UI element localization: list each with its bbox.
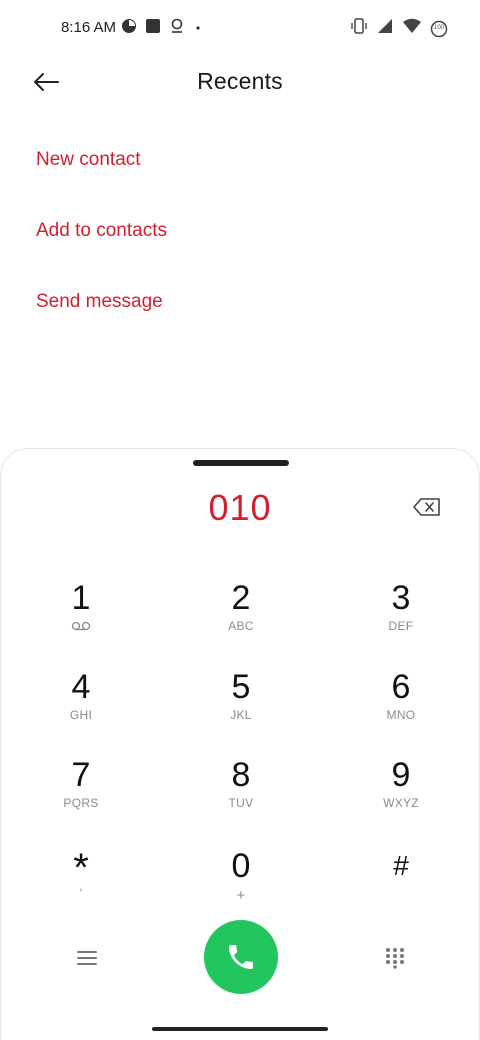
key-3[interactable]: 3 DEF <box>341 579 461 655</box>
battery-icon: 100 <box>430 20 448 38</box>
pie-clock-icon <box>121 18 137 39</box>
key-star[interactable]: * , <box>21 847 141 923</box>
key-letters: JKL <box>230 708 252 722</box>
key-9[interactable]: 9 WXYZ <box>341 756 461 832</box>
status-right-icons: 100 <box>350 17 448 40</box>
vibrate-icon <box>350 17 368 40</box>
header: Recents <box>0 56 480 108</box>
signal-icon <box>376 17 394 40</box>
menu-button[interactable] <box>67 938 107 978</box>
status-time: 8:16 AM <box>61 19 117 36</box>
key-digit: # <box>393 850 409 881</box>
page-title: Recents <box>197 68 283 94</box>
key-6[interactable]: 6 MNO <box>341 668 461 744</box>
call-icon <box>229 945 253 969</box>
key-5[interactable]: 5 JKL <box>181 668 301 744</box>
wifi-icon <box>402 17 422 40</box>
key-8[interactable]: 8 TUV <box>181 756 301 832</box>
key-digit: 9 <box>391 756 411 794</box>
voicemail-icon <box>21 621 141 631</box>
key-letters: , <box>79 879 83 893</box>
key-4[interactable]: 4 GHI <box>21 668 141 744</box>
status-bar: 8:16 AM 100 <box>0 0 480 54</box>
key-letters: WXYZ <box>383 796 419 810</box>
key-letters: TUV <box>228 796 254 810</box>
key-7[interactable]: 7 PQRS <box>21 756 141 832</box>
square-app-icon <box>145 18 161 39</box>
add-to-contacts-action[interactable]: Add to contacts <box>36 220 167 242</box>
sheet-drag-handle[interactable] <box>193 460 289 466</box>
key-digit: 3 <box>391 579 411 617</box>
backspace-button[interactable] <box>411 495 443 519</box>
keypad-toggle-button[interactable] <box>375 938 415 978</box>
key-letters: + <box>236 887 246 904</box>
dialer-screen: 8:16 AM 100 Recents New contact Add to c… <box>0 0 480 1040</box>
new-contact-action[interactable]: New contact <box>36 149 141 171</box>
home-indicator[interactable] <box>152 1027 328 1031</box>
key-2[interactable]: 2 ABC <box>181 579 301 655</box>
key-digit: 2 <box>231 579 251 617</box>
menu-icon <box>77 951 97 965</box>
key-digit: 4 <box>71 668 91 706</box>
key-letters: DEF <box>388 619 414 633</box>
key-letters: PQRS <box>63 796 99 810</box>
send-message-action[interactable]: Send message <box>36 291 163 313</box>
key-hash[interactable]: # <box>341 847 461 923</box>
dialed-number: 010 <box>208 487 272 528</box>
status-left-icons <box>121 18 203 39</box>
keypad-icon <box>386 948 404 969</box>
key-digit: 6 <box>391 668 411 706</box>
key-digit: 1 <box>71 579 91 617</box>
key-letters: MNO <box>386 708 416 722</box>
key-digit: 8 <box>231 756 251 794</box>
key-digit: 0 <box>231 847 251 885</box>
dialer-sheet: 010 1 2 ABC 3 DEF 4 GHI 5 JKL 6 MNO 7 PQ… <box>0 448 480 1040</box>
backspace-icon <box>413 498 440 516</box>
key-letters: GHI <box>69 708 93 722</box>
key-letters: ABC <box>228 619 254 633</box>
key-letters <box>341 887 461 903</box>
key-0[interactable]: 0 + <box>181 847 301 923</box>
key-digit: 7 <box>71 756 91 794</box>
dot-icon <box>193 20 203 38</box>
location-pin-icon <box>169 18 185 39</box>
key-1[interactable]: 1 <box>21 579 141 655</box>
call-button[interactable] <box>204 920 278 994</box>
battery-level: 100 <box>433 24 444 31</box>
key-digit: 5 <box>231 668 251 706</box>
